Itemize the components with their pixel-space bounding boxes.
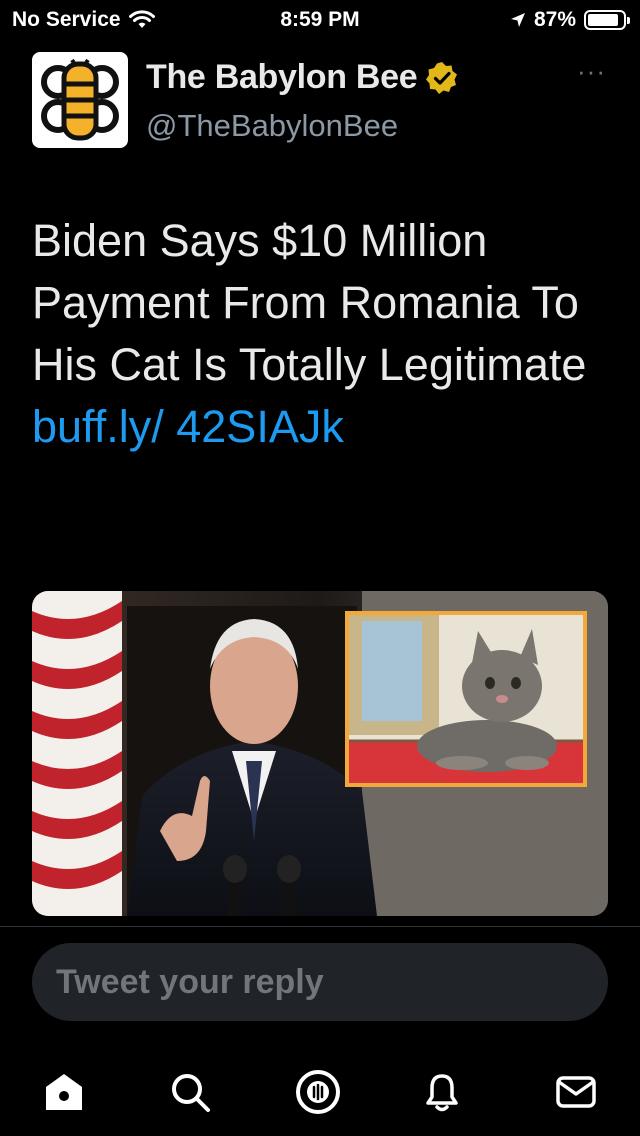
divider [0,926,640,927]
location-arrow-icon [510,13,525,27]
avatar[interactable] [32,52,128,148]
status-right: 87% [510,8,630,32]
tab-home[interactable] [36,1064,92,1120]
tab-spaces[interactable] [290,1064,346,1120]
name-row: The Babylon Bee [146,58,459,97]
verified-badge-icon [426,61,458,94]
status-bar: No Service 8:59 PM 87% [0,0,640,40]
tweet-link[interactable]: buff.ly/ 42SIAJk [32,401,344,452]
reply-placeholder: Tweet your reply [56,963,324,1001]
media-illustration [32,591,608,916]
tab-search[interactable] [162,1064,218,1120]
tweet-body: Biden Says $10 Million Payment From Roma… [32,215,587,390]
messages-icon [556,1076,596,1108]
search-icon [172,1074,210,1112]
spaces-icon [296,1070,340,1114]
tab-messages[interactable] [548,1064,604,1120]
battery-icon [584,10,630,30]
home-icon [46,1074,82,1110]
more-options-button[interactable]: ··· [577,56,606,87]
user-handle[interactable]: @TheBabylonBee [146,108,398,144]
tweet-media-image[interactable] [32,591,608,916]
battery-percent: 87% [533,8,576,31]
tweet-header: The Babylon Bee @TheBabylonBee ··· [32,52,608,152]
bottom-tab-bar [0,1050,640,1130]
tab-notifications[interactable] [414,1064,470,1120]
tweet-text: Biden Says $10 Million Payment From Roma… [32,210,602,458]
bee-logo-icon [41,58,119,141]
reply-input[interactable]: Tweet your reply [32,943,608,1021]
display-name[interactable]: The Babylon Bee [146,58,418,97]
notifications-icon [426,1074,458,1112]
